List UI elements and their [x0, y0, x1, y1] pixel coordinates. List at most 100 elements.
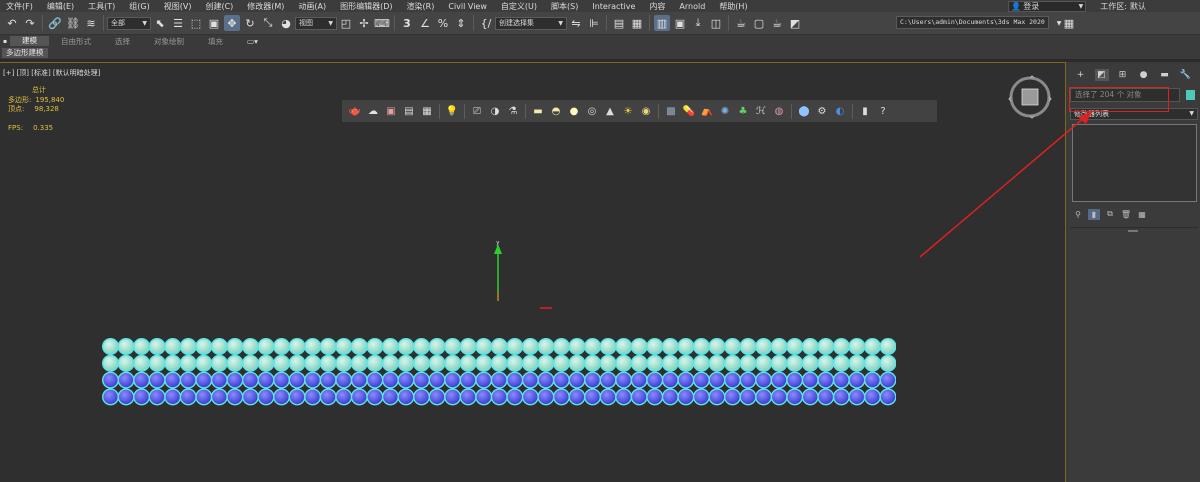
- sphere-object[interactable]: [506, 371, 524, 389]
- menu-graph-editors[interactable]: 图形编辑器(D): [334, 1, 400, 12]
- sphere-object[interactable]: [397, 388, 415, 406]
- sphere-object[interactable]: [863, 354, 881, 372]
- sphere-object[interactable]: [521, 354, 539, 372]
- sphere-object[interactable]: [630, 371, 648, 389]
- sphere-object[interactable]: [801, 338, 819, 355]
- sphere-object[interactable]: [273, 338, 291, 355]
- modifier-stack[interactable]: [1072, 124, 1197, 202]
- spinner-snap-icon[interactable]: ⇕: [453, 15, 469, 31]
- sphere-object[interactable]: [568, 388, 586, 406]
- sphere-object[interactable]: [133, 388, 151, 406]
- menu-help[interactable]: 帮助(H): [713, 1, 755, 12]
- sphere-object[interactable]: [692, 354, 710, 372]
- sphere-object[interactable]: [848, 354, 866, 372]
- sphere-object[interactable]: [863, 388, 881, 406]
- sphere-object[interactable]: [273, 371, 291, 389]
- sphere-object[interactable]: [428, 354, 446, 372]
- sphere-object[interactable]: [195, 354, 213, 372]
- sphere-object[interactable]: [459, 338, 477, 355]
- sphere-object[interactable]: [506, 388, 524, 406]
- sphere-object[interactable]: [770, 371, 788, 389]
- sphere-object[interactable]: [288, 371, 306, 389]
- sphere-object[interactable]: [832, 371, 850, 389]
- sphere-object[interactable]: [646, 388, 664, 406]
- sphere-light-icon[interactable]: ●: [566, 103, 582, 119]
- sphere-object[interactable]: [863, 338, 881, 355]
- named-selection-icon[interactable]: {/: [478, 15, 494, 31]
- panel-grip[interactable]: [1128, 230, 1138, 232]
- sphere-object[interactable]: [335, 338, 353, 355]
- sphere-object[interactable]: [397, 338, 415, 355]
- sphere-object[interactable]: [179, 354, 197, 372]
- sphere-object[interactable]: [755, 371, 773, 389]
- sphere-object[interactable]: [413, 371, 431, 389]
- sphere-object[interactable]: [397, 354, 415, 372]
- sphere-object[interactable]: [475, 388, 493, 406]
- select-move-icon[interactable]: ✥: [224, 15, 240, 31]
- box-primitive-icon[interactable]: ▬: [530, 103, 546, 119]
- sphere-object[interactable]: [179, 371, 197, 389]
- make-unique-icon[interactable]: ⧉: [1104, 209, 1116, 220]
- sphere-object[interactable]: [133, 338, 151, 355]
- sky-light-icon[interactable]: ◉: [638, 103, 654, 119]
- sphere-object[interactable]: [444, 388, 462, 406]
- sphere-object[interactable]: [584, 354, 602, 372]
- sphere-object[interactable]: [179, 388, 197, 406]
- object-color-swatch[interactable]: [1186, 90, 1195, 100]
- pivot-center-icon[interactable]: ◰: [338, 15, 354, 31]
- sphere-object[interactable]: [848, 388, 866, 406]
- scene-explorer-icon[interactable]: ▤: [611, 15, 627, 31]
- project-folder-icon[interactable]: ▦: [1061, 15, 1077, 31]
- sphere-object[interactable]: [164, 371, 182, 389]
- viewport-label[interactable]: [+] [顶] [标准] [默认明暗处理]: [3, 68, 100, 78]
- grid-panel-icon[interactable]: ▦: [419, 103, 435, 119]
- sphere-object[interactable]: [350, 354, 368, 372]
- render-production-icon[interactable]: ☕: [769, 15, 785, 31]
- menu-scripting[interactable]: 脚本(S): [545, 1, 586, 12]
- snaps-toggle-icon[interactable]: 3: [399, 15, 415, 31]
- sphere-object[interactable]: [397, 371, 415, 389]
- sphere-object[interactable]: [770, 338, 788, 355]
- sphere-object[interactable]: [148, 371, 166, 389]
- sphere-object[interactable]: [304, 338, 322, 355]
- viewcube-face[interactable]: [1021, 88, 1039, 106]
- sphere-object[interactable]: [692, 371, 710, 389]
- sphere-object[interactable]: [677, 354, 695, 372]
- sphere-object[interactable]: [739, 354, 757, 372]
- sphere-object[interactable]: [552, 354, 570, 372]
- menu-file[interactable]: 文件(F): [0, 1, 41, 12]
- teapot-icon[interactable]: 🫖: [347, 103, 363, 119]
- sphere-object[interactable]: [319, 388, 337, 406]
- toggle-ribbon-icon[interactable]: ▥: [654, 15, 670, 31]
- remove-modifier-icon[interactable]: 🗑: [1120, 209, 1132, 220]
- link-icon[interactable]: 🔗: [47, 15, 63, 31]
- menu-arnold[interactable]: Arnold: [673, 2, 713, 11]
- sphere-object[interactable]: [366, 338, 384, 355]
- sphere-object[interactable]: [584, 388, 602, 406]
- sphere-object[interactable]: [257, 338, 275, 355]
- tab-polygon-modeling[interactable]: 多边形建模: [2, 48, 48, 58]
- sphere-object[interactable]: [755, 354, 773, 372]
- sphere-object[interactable]: [879, 354, 896, 372]
- sphere-object[interactable]: [692, 388, 710, 406]
- sphere-object[interactable]: [646, 354, 664, 372]
- sphere-object[interactable]: [879, 338, 896, 355]
- create-tab-icon[interactable]: +: [1074, 69, 1088, 81]
- ribbon-options-icon[interactable]: ▭▾: [235, 37, 270, 46]
- sphere-object[interactable]: [381, 354, 399, 372]
- utilities-tab-icon[interactable]: 🔧: [1179, 69, 1193, 81]
- select-scale-icon[interactable]: ⤡: [260, 15, 276, 31]
- sphere-object[interactable]: [381, 371, 399, 389]
- sphere-object[interactable]: [164, 354, 182, 372]
- login-dropdown[interactable]: 👤 登录 ▼: [1008, 0, 1087, 12]
- sphere-object[interactable]: [817, 388, 835, 406]
- sphere-object[interactable]: [786, 338, 804, 355]
- sphere-object[interactable]: [335, 388, 353, 406]
- sphere-object[interactable]: [724, 354, 742, 372]
- sphere-object[interactable]: [599, 338, 617, 355]
- sphere-object[interactable]: [413, 338, 430, 355]
- render-window-icon[interactable]: ▣: [383, 103, 399, 119]
- help-icon[interactable]: ?: [875, 103, 891, 119]
- sphere-object[interactable]: [381, 338, 399, 355]
- sphere-object[interactable]: [102, 338, 119, 355]
